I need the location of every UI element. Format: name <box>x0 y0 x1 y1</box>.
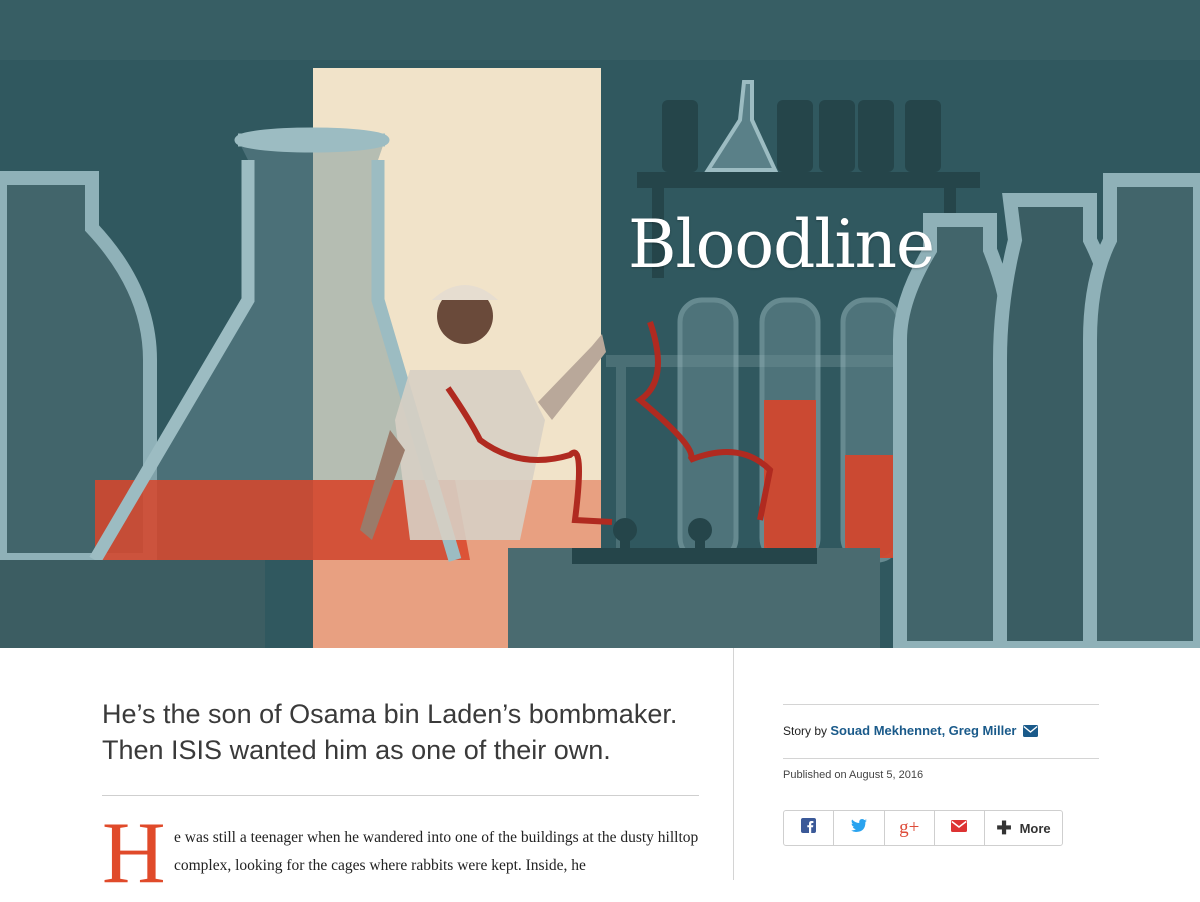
sidebar-top-rule <box>783 704 1099 705</box>
hero-title: Bloodline <box>628 206 935 283</box>
envelope-icon[interactable] <box>1022 725 1038 740</box>
twitter-icon <box>850 819 867 837</box>
google-plus-icon: g+ <box>899 817 920 838</box>
facebook-icon <box>801 818 817 838</box>
share-twitter-button[interactable] <box>834 811 885 845</box>
article-dek: He’s the son of Osama bin Laden’s bombma… <box>102 699 678 765</box>
author-link[interactable]: Souad Mekhennet <box>830 723 941 738</box>
laboratory-illustration <box>0 0 1200 648</box>
drop-cap: H <box>102 805 166 902</box>
published-date: Published on August 5, 2016 <box>783 769 924 781</box>
share-google-plus-button[interactable]: g+ <box>885 811 935 845</box>
share-more-button[interactable]: ✚ More <box>985 811 1062 845</box>
sidebar-mid-rule <box>783 758 1099 759</box>
share-more-label: More <box>1019 820 1051 836</box>
share-email-button[interactable] <box>935 811 986 845</box>
byline: Story by Souad Mekhennet, Greg Miller <box>783 723 1038 740</box>
dek-divider <box>102 795 699 796</box>
author-link[interactable]: Greg Miller <box>949 723 1017 738</box>
share-facebook-button[interactable] <box>784 811 835 845</box>
story-by-label: Story by <box>783 724 828 738</box>
article-area: He’s the son of Osama bin Laden’s bombma… <box>0 648 1200 898</box>
email-icon <box>951 819 968 837</box>
article-body: e was still a teenager when he wandered … <box>174 829 699 874</box>
author-separator: , <box>941 723 946 738</box>
share-toolbar: g+ ✚ More <box>783 810 1063 846</box>
column-divider <box>733 648 734 880</box>
hero-illustration: Bloodline <box>0 0 1200 648</box>
plus-icon: ✚ <box>996 817 1012 838</box>
